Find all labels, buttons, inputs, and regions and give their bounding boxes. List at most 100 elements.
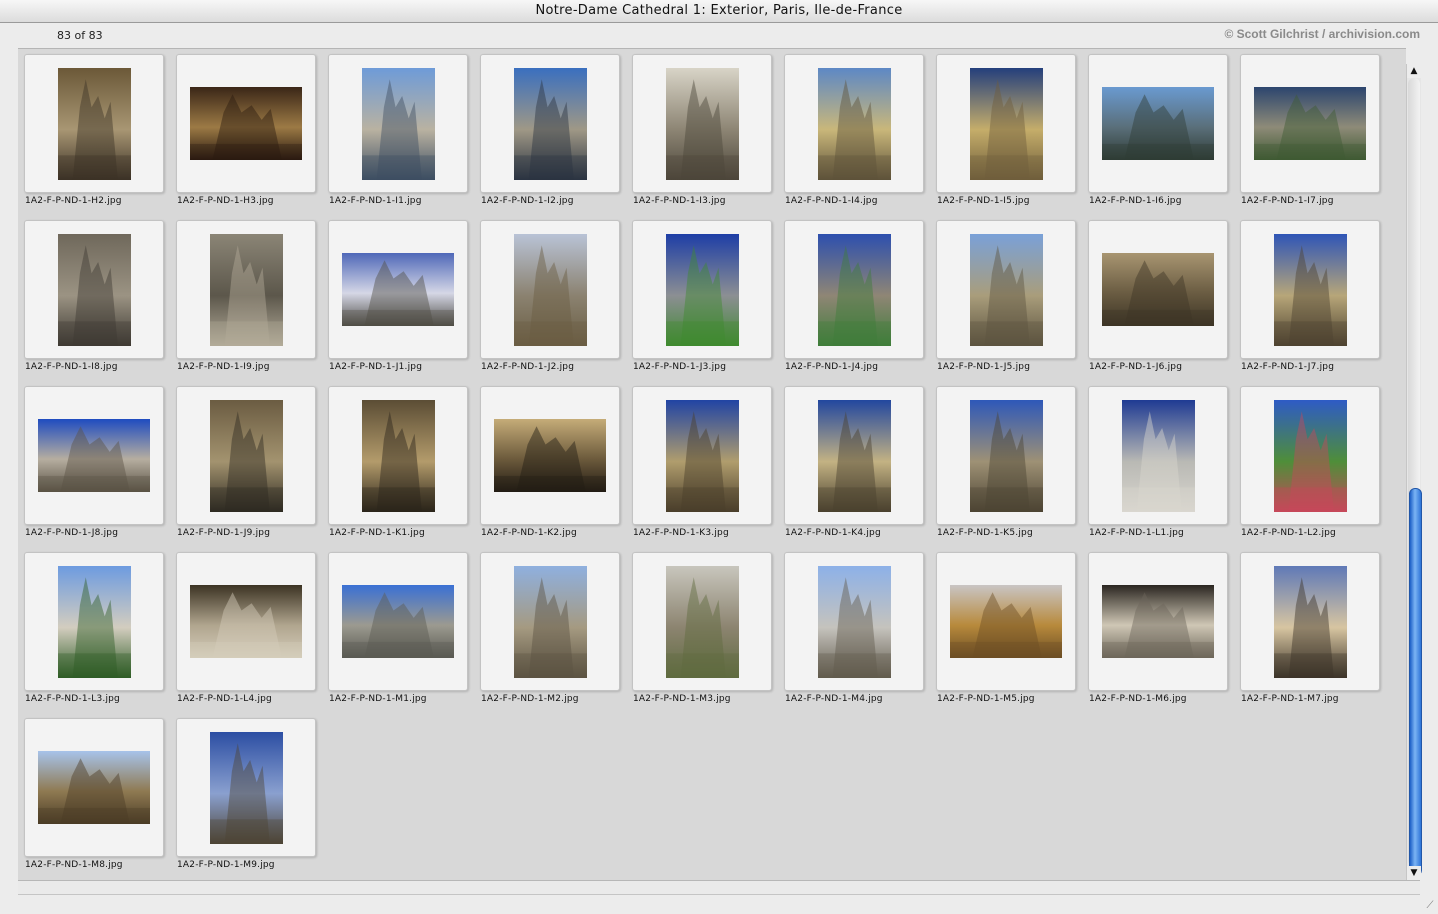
thumbnail-image[interactable] — [58, 68, 131, 180]
slide-frame[interactable] — [936, 552, 1076, 691]
thumbnail-item[interactable]: 1A2-F-P-ND-1-I6.jpg — [1088, 54, 1228, 214]
slide-frame[interactable] — [784, 54, 924, 193]
slide-frame[interactable] — [176, 220, 316, 359]
thumbnail-item[interactable]: 1A2-F-P-ND-1-I3.jpg — [632, 54, 772, 214]
thumbnail-item[interactable]: 1A2-F-P-ND-1-I1.jpg — [328, 54, 468, 214]
slide-frame[interactable] — [1088, 386, 1228, 525]
thumbnail-item[interactable]: 1A2-F-P-ND-1-I4.jpg — [784, 54, 924, 214]
slide-frame[interactable] — [480, 54, 620, 193]
slide-frame[interactable] — [1088, 552, 1228, 691]
scroll-thumb[interactable] — [1409, 488, 1422, 876]
thumbnail-image[interactable] — [514, 234, 587, 346]
thumbnail-item[interactable]: 1A2-F-P-ND-1-M2.jpg — [480, 552, 620, 712]
slide-frame[interactable] — [1240, 220, 1380, 359]
vertical-scrollbar[interactable]: ▲ ▼ — [1406, 64, 1422, 880]
resize-grip-icon[interactable]: ⟋ — [1424, 900, 1436, 912]
thumbnail-image[interactable] — [362, 68, 435, 180]
thumbnail-item[interactable]: 1A2-F-P-ND-1-J3.jpg — [632, 220, 772, 380]
thumbnail-item[interactable]: 1A2-F-P-ND-1-K4.jpg — [784, 386, 924, 546]
slide-frame[interactable] — [784, 552, 924, 691]
slide-frame[interactable] — [936, 220, 1076, 359]
slide-frame[interactable] — [936, 54, 1076, 193]
thumbnail-image[interactable] — [666, 400, 739, 512]
thumbnail-item[interactable]: 1A2-F-P-ND-1-H2.jpg — [24, 54, 164, 214]
thumbnail-image[interactable] — [1102, 253, 1214, 326]
thumbnail-image[interactable] — [666, 68, 739, 180]
slide-frame[interactable] — [176, 386, 316, 525]
thumbnail-image[interactable] — [58, 566, 131, 678]
slide-frame[interactable] — [328, 54, 468, 193]
thumbnail-item[interactable]: 1A2-F-P-ND-1-L4.jpg — [176, 552, 316, 712]
thumbnail-image[interactable] — [514, 68, 587, 180]
thumbnail-image[interactable] — [818, 566, 891, 678]
thumbnail-image[interactable] — [494, 419, 606, 492]
thumbnail-item[interactable]: 1A2-F-P-ND-1-M8.jpg — [24, 718, 164, 878]
thumbnail-item[interactable]: 1A2-F-P-ND-1-M5.jpg — [936, 552, 1076, 712]
thumbnail-image[interactable] — [38, 751, 150, 824]
thumbnail-item[interactable]: 1A2-F-P-ND-1-K3.jpg — [632, 386, 772, 546]
thumbnail-image[interactable] — [342, 253, 454, 326]
thumbnail-item[interactable]: 1A2-F-P-ND-1-L1.jpg — [1088, 386, 1228, 546]
slide-frame[interactable] — [632, 220, 772, 359]
thumbnail-image[interactable] — [342, 585, 454, 658]
slide-frame[interactable] — [24, 54, 164, 193]
slide-frame[interactable] — [24, 386, 164, 525]
thumbnail-item[interactable]: 1A2-F-P-ND-1-L3.jpg — [24, 552, 164, 712]
thumbnail-image[interactable] — [38, 419, 150, 492]
scroll-track[interactable] — [1408, 78, 1422, 876]
slide-frame[interactable] — [328, 386, 468, 525]
thumbnail-item[interactable]: 1A2-F-P-ND-1-M1.jpg — [328, 552, 468, 712]
thumbnail-image[interactable] — [1102, 87, 1214, 160]
thumbnail-item[interactable]: 1A2-F-P-ND-1-M4.jpg — [784, 552, 924, 712]
thumbnail-item[interactable]: 1A2-F-P-ND-1-K5.jpg — [936, 386, 1076, 546]
thumbnail-image[interactable] — [666, 234, 739, 346]
thumbnail-image[interactable] — [970, 68, 1043, 180]
slide-frame[interactable] — [176, 54, 316, 193]
thumbnail-image[interactable] — [362, 400, 435, 512]
thumbnail-item[interactable]: 1A2-F-P-ND-1-J9.jpg — [176, 386, 316, 546]
slide-frame[interactable] — [480, 386, 620, 525]
thumbnail-item[interactable]: 1A2-F-P-ND-1-J2.jpg — [480, 220, 620, 380]
slide-frame[interactable] — [784, 386, 924, 525]
thumbnail-item[interactable]: 1A2-F-P-ND-1-M9.jpg — [176, 718, 316, 878]
slide-frame[interactable] — [176, 552, 316, 691]
thumbnail-item[interactable]: 1A2-F-P-ND-1-J7.jpg — [1240, 220, 1380, 380]
slide-frame[interactable] — [480, 220, 620, 359]
thumbnail-image[interactable] — [1274, 566, 1347, 678]
slide-frame[interactable] — [632, 54, 772, 193]
thumbnail-item[interactable]: 1A2-F-P-ND-1-I8.jpg — [24, 220, 164, 380]
slide-frame[interactable] — [784, 220, 924, 359]
thumbnail-item[interactable]: 1A2-F-P-ND-1-K1.jpg — [328, 386, 468, 546]
thumbnail-image[interactable] — [1274, 234, 1347, 346]
slide-frame[interactable] — [1240, 54, 1380, 193]
slide-frame[interactable] — [1240, 552, 1380, 691]
thumbnail-item[interactable]: 1A2-F-P-ND-1-J4.jpg — [784, 220, 924, 380]
slide-frame[interactable] — [328, 220, 468, 359]
thumbnail-image[interactable] — [210, 234, 283, 346]
thumbnail-image[interactable] — [1274, 400, 1347, 512]
thumbnail-image[interactable] — [190, 585, 302, 658]
slide-frame[interactable] — [632, 552, 772, 691]
thumbnail-image[interactable] — [210, 732, 283, 844]
thumbnail-image[interactable] — [818, 234, 891, 346]
thumbnail-item[interactable]: 1A2-F-P-ND-1-I9.jpg — [176, 220, 316, 380]
slide-frame[interactable] — [480, 552, 620, 691]
thumbnail-image[interactable] — [970, 234, 1043, 346]
thumbnail-item[interactable]: 1A2-F-P-ND-1-K2.jpg — [480, 386, 620, 546]
horizontal-scrollbar[interactable] — [18, 880, 1420, 895]
slide-frame[interactable] — [1240, 386, 1380, 525]
thumbnail-item[interactable]: 1A2-F-P-ND-1-M7.jpg — [1240, 552, 1380, 712]
thumbnail-image[interactable] — [950, 585, 1062, 658]
slide-frame[interactable] — [24, 220, 164, 359]
thumbnail-image[interactable] — [818, 68, 891, 180]
thumbnail-item[interactable]: 1A2-F-P-ND-1-L2.jpg — [1240, 386, 1380, 546]
thumbnail-item[interactable]: 1A2-F-P-ND-1-I5.jpg — [936, 54, 1076, 214]
thumbnail-image[interactable] — [1102, 585, 1214, 658]
thumbnail-item[interactable]: 1A2-F-P-ND-1-J8.jpg — [24, 386, 164, 546]
thumbnail-image[interactable] — [190, 87, 302, 160]
slide-frame[interactable] — [1088, 54, 1228, 193]
thumbnail-item[interactable]: 1A2-F-P-ND-1-J6.jpg — [1088, 220, 1228, 380]
thumbnail-item[interactable]: 1A2-F-P-ND-1-J5.jpg — [936, 220, 1076, 380]
thumbnail-image[interactable] — [58, 234, 131, 346]
slide-frame[interactable] — [328, 552, 468, 691]
